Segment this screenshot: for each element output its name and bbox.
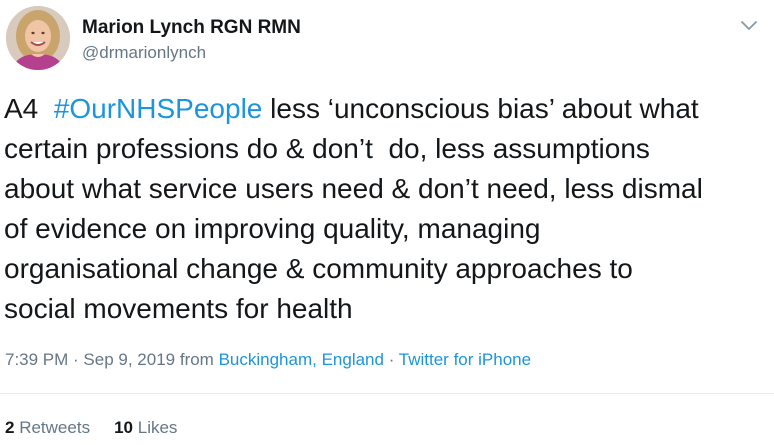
tweet-date[interactable]: Sep 9, 2019 <box>83 350 175 369</box>
retweets-label: Retweets <box>19 418 91 437</box>
likes-label: Likes <box>137 418 178 437</box>
likes-stat[interactable]: 10 Likes <box>114 418 177 437</box>
tweet-line: certain professions do & don’t do, less … <box>4 133 650 164</box>
meta-separator: · <box>68 350 84 369</box>
from-label: from <box>175 350 219 369</box>
retweets-stat[interactable]: 2 Retweets <box>5 418 90 437</box>
tweet-line: social movements for health <box>4 293 353 324</box>
likes-count: 10 <box>114 418 133 437</box>
tweet-card: Marion Lynch RGN RMN @drmarionlynch A4 #… <box>0 0 774 445</box>
tweet-time[interactable]: 7:39 PM <box>5 350 68 369</box>
tweet-line: about what service users need & don’t ne… <box>4 173 703 204</box>
retweets-count: 2 <box>5 418 15 437</box>
tweet-line: organisational change & community approa… <box>4 253 633 284</box>
avatar[interactable] <box>6 6 70 70</box>
tweet-body: A4 #OurNHSPeople less ‘unconscious bias’… <box>4 89 772 329</box>
author-display-name[interactable]: Marion Lynch RGN RMN <box>82 17 301 39</box>
engagement-stats: 2 Retweets 10 Likes <box>5 417 177 439</box>
location-link[interactable]: Buckingham, England <box>219 350 384 369</box>
tweet-line: of evidence on improving quality, managi… <box>4 213 541 244</box>
hashtag-link[interactable]: #OurNHSPeople <box>54 93 263 124</box>
tweet-prefix: A4 <box>4 93 54 124</box>
author-handle[interactable]: @drmarionlynch <box>82 43 206 63</box>
tweet-metadata: 7:39 PM · Sep 9, 2019 from Buckingham, E… <box>5 349 531 371</box>
tweet-line: less ‘unconscious bias’ about what <box>262 93 699 124</box>
meta-separator: · <box>383 350 399 369</box>
divider <box>0 393 774 394</box>
user-photo-icon <box>6 6 70 70</box>
source-link[interactable]: Twitter for iPhone <box>399 350 531 369</box>
chevron-down-icon[interactable] <box>740 17 758 31</box>
